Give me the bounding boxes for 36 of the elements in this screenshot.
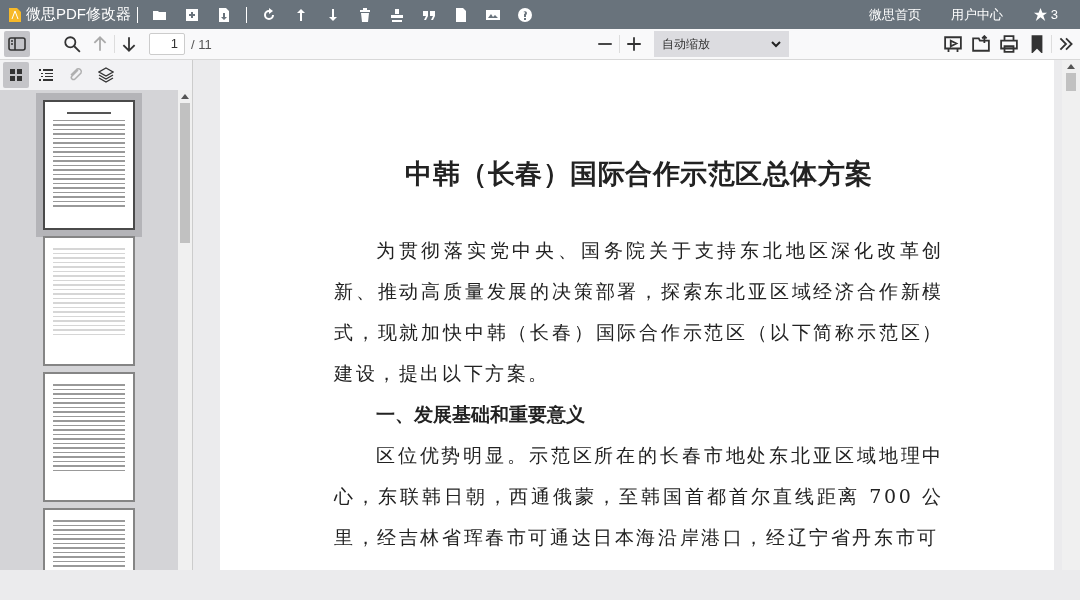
- stamp-icon[interactable]: [389, 6, 405, 23]
- search-icon[interactable]: [63, 35, 81, 53]
- scroll-up-icon[interactable]: [1067, 64, 1075, 69]
- double-chevron-icon[interactable]: [1057, 35, 1075, 53]
- page-thumbnail[interactable]: [43, 372, 135, 502]
- print-icon[interactable]: [1000, 35, 1018, 53]
- presentation-icon[interactable]: [944, 35, 962, 53]
- star-icon[interactable]: [1032, 7, 1048, 22]
- file-icon[interactable]: [453, 6, 469, 23]
- nav-link[interactable]: 用户中心: [950, 5, 1003, 24]
- page-thumbnail[interactable]: [43, 236, 135, 366]
- file-download-icon[interactable]: [216, 6, 232, 23]
- body-paragraph: 区位优势明显。示范区所在的长春市地处东北亚区域地理中心，东联韩日朝，西通俄蒙，至韩国首都首尔直线距离 700 公里，经吉林省珲春市可通达日本海沿岸港口，经辽宁省丹东市可: [334, 443, 944, 550]
- scroll-up-icon[interactable]: [181, 94, 189, 99]
- trash-icon[interactable]: [357, 6, 373, 23]
- scrollbar-thumb[interactable]: [180, 103, 190, 243]
- nav-link[interactable]: 微思首页: [868, 5, 921, 24]
- rotate-icon[interactable]: [261, 6, 277, 23]
- page-number-field[interactable]: 1: [149, 33, 185, 55]
- thumbnails-icon[interactable]: [3, 62, 29, 88]
- app-title: 微思PDF修改器: [26, 5, 131, 24]
- document-title: 中韩（长春）国际合作示范区总体方案: [404, 157, 874, 191]
- scrollbar-thumb[interactable]: [1066, 73, 1076, 91]
- page-count: / 11: [191, 36, 212, 52]
- zoom-in-icon[interactable]: [625, 35, 643, 53]
- section-heading: 一、发展基础和重要意义: [375, 402, 586, 427]
- chevron-down-icon: [771, 40, 781, 48]
- open-folder-icon[interactable]: [972, 35, 990, 53]
- zoom-select[interactable]: 自动缩放: [654, 31, 789, 57]
- sidebar-toggle[interactable]: [4, 31, 30, 57]
- arrow-down-icon[interactable]: [120, 35, 138, 53]
- sidebar-icon: [8, 36, 26, 52]
- help-icon[interactable]: [517, 6, 533, 23]
- pdf-file-icon: [8, 6, 22, 23]
- star-count: 3: [1050, 7, 1058, 22]
- body-paragraph: 为贯彻落实党中央、国务院关于支持东北地区深化改革创新、推动高质量发展的决策部署，探索东北亚区域经济合作新模式，现就加快中韩（长春）国际合作示范区（以下简称示范区）建设，提出以下方案。: [334, 238, 944, 386]
